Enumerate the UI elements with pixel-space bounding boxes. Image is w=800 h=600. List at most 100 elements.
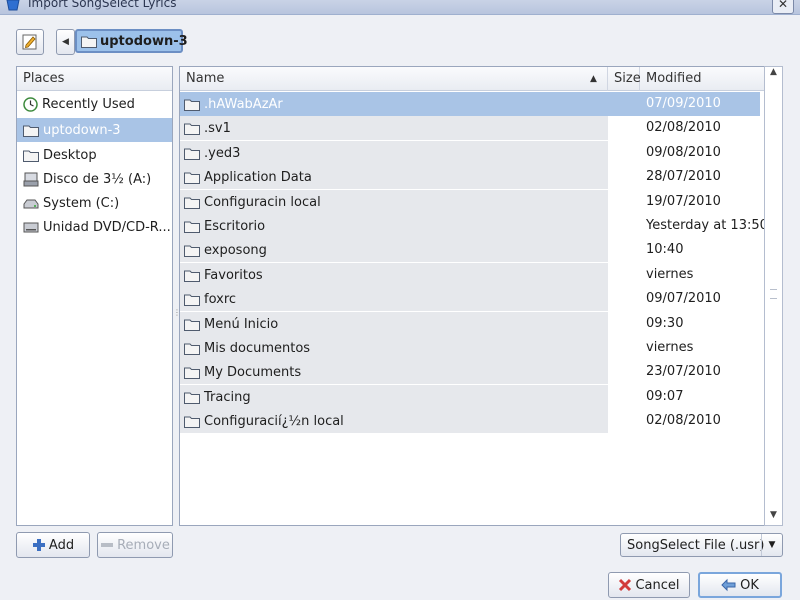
file-modified: viernes [646,340,694,355]
folder-icon [184,197,200,209]
places-pane: Places Recently Used uptodown-3 Desktop … [16,66,173,526]
file-row[interactable]: .sv1 [180,116,608,140]
folder-icon [184,270,200,282]
file-row[interactable]: exposong [180,238,608,262]
file-modified: 09/07/2010 [646,291,721,306]
filter-value: SongSelect File (.usr) [627,537,765,553]
file-row[interactable]: Configuracin local [180,190,608,214]
scroll-down-arrow-icon[interactable]: ▼ [765,510,782,524]
file-name: Configuracin local [204,194,321,210]
file-modified: 07/09/2010 [646,96,721,111]
optical-drive-icon [23,222,39,232]
file-type-filter-select[interactable]: SongSelect File (.usr) ▼ [620,533,783,557]
pencil-icon [22,34,37,50]
file-list-pane: Name ▲ Size Modified .hAWabAzAr 07/09/201… [179,66,768,526]
file-name: foxrc [204,291,237,307]
place-label: Unidad DVD/CD-R... [43,219,171,235]
file-modified: 09/08/2010 [646,145,721,160]
folder-icon [184,294,200,306]
place-item-dvd[interactable]: Unidad DVD/CD-R... [17,215,172,239]
file-name: .sv1 [204,120,231,136]
place-item-floppy[interactable]: Disco de 3½ (A:) [17,167,172,191]
place-label: System (C:) [43,195,120,211]
ok-button[interactable]: OK [698,572,782,598]
folder-icon [184,245,200,257]
file-modified: 02/08/2010 [646,413,721,428]
close-button[interactable]: ✕ [772,0,794,14]
file-name: Menú Inicio [204,316,279,332]
file-row[interactable]: Menú Inicio [180,312,608,336]
remove-label: Remove [117,537,170,553]
file-modified: 09:07 [646,389,684,404]
file-row[interactable]: Escritorio [180,214,608,238]
folder-icon [184,148,200,160]
ok-label: OK [740,577,759,593]
file-row[interactable]: Tracing [180,385,608,409]
minus-icon [101,543,114,547]
column-header-label: Modified [646,71,702,86]
file-name: Configuracií¿½n local [204,413,344,429]
folder-icon [184,416,200,428]
sort-ascending-icon: ▲ [590,74,597,84]
folder-icon [184,392,200,404]
scroll-up-arrow-icon[interactable]: ▲ [765,67,782,81]
scroll-grip[interactable] [770,289,777,299]
vertical-scrollbar[interactable]: ▲ ▼ [764,66,783,526]
file-modified: 02/08/2010 [646,120,721,135]
remove-bookmark-button[interactable]: Remove [97,532,173,558]
place-label: Recently Used [42,96,135,112]
folder-icon [23,150,39,162]
file-name: My Documents [204,364,302,380]
file-modified: 10:40 [646,242,684,257]
ok-arrow-icon [721,578,736,592]
file-modified: 19/07/2010 [646,194,721,209]
folder-icon [81,36,97,48]
file-name: Escritorio [204,218,266,234]
cancel-button[interactable]: Cancel [608,572,690,598]
file-row[interactable]: My Documents [180,360,608,384]
plus-icon [32,539,45,551]
file-name: Mis documentos [204,340,311,356]
close-icon: ✕ [777,0,789,11]
folder-icon [184,319,200,331]
place-item-desktop[interactable]: Desktop [17,143,172,167]
add-bookmark-button[interactable]: Add [16,532,90,558]
place-label: Desktop [43,147,97,163]
file-name: .hAWabAzAr [204,96,283,112]
file-row[interactable]: Mis documentos [180,336,608,360]
file-name: exposong [204,242,267,258]
cancel-icon [619,578,632,592]
app-icon [6,0,20,11]
file-row[interactable]: Favoritos [180,263,608,287]
edit-location-button[interactable] [16,29,44,55]
file-name: Tracing [204,389,251,405]
column-header-size[interactable]: Size [608,67,641,91]
place-label: Disco de 3½ (A:) [43,171,152,187]
column-header-name[interactable]: Name ▲ [180,67,608,91]
file-row[interactable]: foxrc [180,287,608,311]
place-label: uptodown-3 [43,122,121,138]
file-row[interactable]: Configuracií¿½n local [180,409,608,433]
place-item-uptodown[interactable]: uptodown-3 [17,118,172,142]
title-bar: Import SongSelect Lyrics ✕ [0,0,800,15]
folder-icon [184,343,200,355]
file-name: Favoritos [204,267,263,283]
path-button-uptodown[interactable]: uptodown-3 [75,29,188,53]
file-row[interactable]: .yed3 [180,141,608,165]
column-header-modified[interactable]: Modified [640,67,764,91]
place-item-recently-used[interactable]: Recently Used [17,92,172,116]
file-modified: 23/07/2010 [646,364,721,379]
column-header-label: Name [186,71,225,86]
file-row[interactable]: Application Data [180,165,608,189]
column-header-label: Size [614,71,641,86]
folder-icon [184,221,200,233]
path-label: uptodown-3 [100,33,188,49]
add-label: Add [48,537,75,553]
hard-drive-icon [23,199,39,208]
window-title: Import SongSelect Lyrics [28,0,177,10]
left-arrow-icon: ◀ [62,37,69,47]
dropdown-arrow-icon: ▼ [761,534,782,556]
file-modified: viernes [646,267,694,282]
path-back-button[interactable]: ◀ [56,29,75,55]
place-item-system[interactable]: System (C:) [17,191,172,215]
